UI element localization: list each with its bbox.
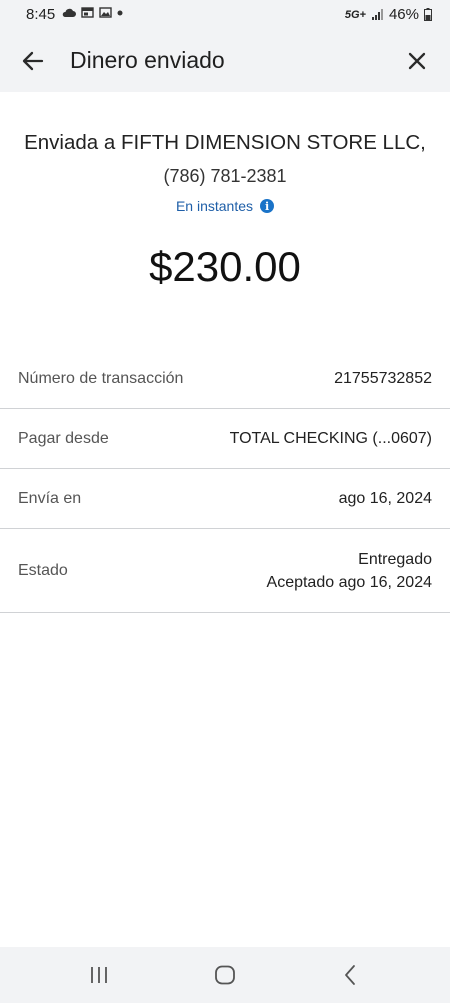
delivery-speed: En instantes i (0, 198, 450, 214)
recents-icon (91, 967, 107, 983)
page-title: Dinero enviado (70, 47, 225, 73)
arrow-left-icon (22, 51, 44, 71)
detail-row-status: Estado Entregado Aceptado ago 16, 2024 (0, 529, 450, 613)
close-button[interactable] (402, 46, 432, 76)
nav-back-button[interactable] (343, 964, 357, 991)
notification-icons (62, 7, 123, 18)
detail-row-send-on: Envía en ago 16, 2024 (0, 469, 450, 529)
system-nav-bar (0, 947, 450, 1003)
signal-icon (371, 9, 383, 20)
battery-level: 46% (388, 6, 419, 23)
dot-icon (117, 10, 123, 15)
recipient-line: Enviada a FIFTH DIMENSION STORE LLC, (0, 131, 450, 155)
app-bar: Dinero enviado (0, 30, 450, 92)
status-value-line1: Entregado (358, 550, 432, 568)
pay-from-label: Pagar desde (18, 429, 109, 447)
system-indicators: 5G+ 46% (345, 6, 432, 23)
window-icon (81, 7, 94, 18)
transaction-details: Número de transacción 21755732852 Pagar … (0, 349, 450, 613)
detail-row-transaction: Número de transacción 21755732852 (0, 349, 450, 409)
status-label: Estado (18, 561, 68, 579)
transaction-label: Número de transacción (18, 369, 184, 387)
recents-button[interactable] (89, 966, 109, 989)
status-time: 8:45 (26, 6, 56, 23)
home-icon (215, 965, 235, 985)
info-icon[interactable]: i (260, 199, 275, 213)
home-button[interactable] (214, 965, 236, 990)
status-value-line2: Aceptado ago 16, 2024 (266, 573, 432, 591)
status-bar: 8:45 5G+ 46% (0, 0, 450, 30)
recipient-prefix: Enviada a (24, 131, 121, 154)
send-on-value: ago 16, 2024 (338, 490, 432, 507)
network-type: 5G+ (344, 8, 366, 21)
amount-sent: $230.00 (149, 243, 301, 290)
status-value: Entregado Aceptado ago 16, 2024 (267, 548, 432, 594)
send-on-label: Envía en (18, 489, 82, 507)
recipient-phone: (786) 781-2381 (163, 166, 287, 186)
gallery-icon (99, 7, 112, 18)
chevron-left-icon (345, 965, 355, 985)
recipient-name: FIFTH DIMENSION STORE LLC, (120, 131, 426, 154)
delivery-speed-label: En instantes (175, 198, 254, 214)
transaction-value: 21755732852 (334, 370, 432, 387)
battery-icon (424, 8, 432, 21)
back-button[interactable] (18, 46, 48, 76)
close-icon (408, 52, 426, 70)
cloud-icon (62, 8, 76, 17)
detail-row-pay-from: Pagar desde TOTAL CHECKING (...0607) (0, 409, 450, 469)
pay-from-value: TOTAL CHECKING (...0607) (229, 430, 432, 447)
